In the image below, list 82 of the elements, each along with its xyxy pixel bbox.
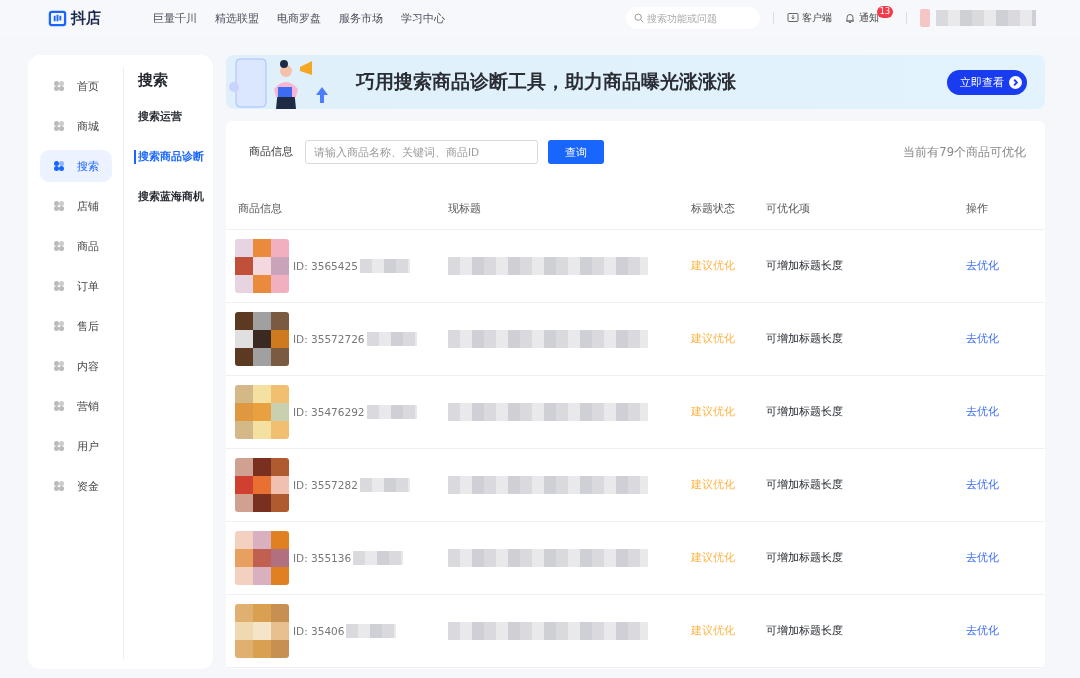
column-header: 商品信息 [237,202,283,216]
redacted-block [359,259,410,273]
column-header: 操作 [966,202,989,216]
optimize-item: 可增加标题长度 [766,405,844,419]
filter-label: 商品信息 [249,145,293,159]
sidebar-item[interactable]: 搜索 [39,150,112,182]
top-nav-link[interactable]: 巨量千川 [153,10,197,26]
sidebar-item[interactable]: 售后 [39,310,112,342]
subnav-title: 搜索 [138,71,169,90]
search-icon [633,13,644,23]
redacted-block [353,551,404,565]
view-now-button[interactable]: 立即查看 [947,69,1027,95]
menu-icon [52,160,65,172]
menu-icon [52,360,65,372]
sidebar-item[interactable]: 内容 [39,350,112,382]
menu-icon [52,480,65,492]
redacted-block [346,624,397,638]
sidebar-item[interactable]: 店铺 [39,190,112,222]
menu-icon [52,240,65,252]
title-status: 建议优化 [691,624,736,638]
account-avatar[interactable] [920,9,930,27]
redacted-block [359,478,410,492]
menu-icon [52,280,65,292]
optimize-link[interactable]: 去优化 [966,624,1026,638]
subnav-item[interactable]: 搜索商品诊断 [134,150,204,164]
sidebar-item[interactable]: 用户 [39,430,112,462]
optimize-link[interactable]: 去优化 [966,405,1026,419]
redacted-block [366,332,417,346]
query-button[interactable]: 查询 [548,140,604,164]
menu-icon [52,440,65,452]
product-id: ID: 3557282 [293,479,358,491]
menu-icon [52,400,65,412]
top-nav-link[interactable]: 电商罗盘 [277,10,321,26]
title-status: 建议优化 [691,478,736,492]
logo-text: 抖店 [71,8,101,28]
product-id: ID: 355136 [293,552,352,564]
title-status: 建议优化 [691,551,736,565]
menu-icon [52,200,65,212]
optimize-item: 可增加标题长度 [766,624,844,638]
product-search-field[interactable]: 请输入商品名称、关键词、商品ID [305,140,538,164]
top-nav-link[interactable]: 学习中心 [401,10,445,26]
bell-icon [843,12,856,24]
product-id: ID: 35572726 [293,333,365,345]
column-header: 现标题 [448,202,482,216]
optimize-item: 可增加标题长度 [766,551,844,565]
product-id: ID: 35406 [293,625,345,637]
logo-icon [48,8,67,28]
sidebar-item[interactable]: 营销 [39,390,112,422]
notice-link[interactable]: 通知 [843,11,879,25]
optimize-link[interactable]: 去优化 [966,332,1026,346]
subnav-item[interactable]: 搜索运营 [138,110,204,124]
title-status: 建议优化 [691,405,736,419]
optimize-item: 可增加标题长度 [766,259,844,273]
optimize-item: 可增加标题长度 [766,332,844,346]
product-id: ID: 3565425 [293,260,358,272]
menu-icon [52,120,65,132]
download-icon [786,12,799,24]
subnav-item[interactable]: 搜索蓝海商机 [138,190,204,204]
search-field[interactable]: 搜索功能或问题 [625,7,760,29]
optimize-link[interactable]: 去优化 [966,259,1026,273]
sidebar-item[interactable]: 首页 [39,70,112,102]
banner-headline: 巧用搜索商品诊断工具，助力商品曝光涨涨涨 [356,69,736,94]
menu-icon [52,320,65,332]
menu-icon [52,80,65,92]
title-status: 建议优化 [691,259,736,273]
top-nav-link[interactable]: 服务市场 [339,10,383,26]
column-header: 可优化项 [766,202,811,216]
title-status: 建议优化 [691,332,736,346]
summary-text: 当前有79个商品可优化 [903,144,1026,160]
optimize-item: 可增加标题长度 [766,478,844,492]
sidebar-item[interactable]: 商城 [39,110,112,142]
redacted-block [366,405,417,419]
sidebar-item[interactable]: 资金 [39,470,112,502]
column-header: 标题状态 [691,202,736,216]
sidebar-item[interactable]: 订单 [39,270,112,302]
optimize-link[interactable]: 去优化 [966,478,1026,492]
top-nav-link[interactable]: 精选联盟 [215,10,259,26]
product-id: ID: 35476292 [293,406,365,418]
sidebar-item[interactable]: 商品 [39,230,112,262]
optimize-link[interactable]: 去优化 [966,551,1026,565]
client-link[interactable]: 客户端 [786,11,832,25]
chevron-icon [1009,75,1022,89]
